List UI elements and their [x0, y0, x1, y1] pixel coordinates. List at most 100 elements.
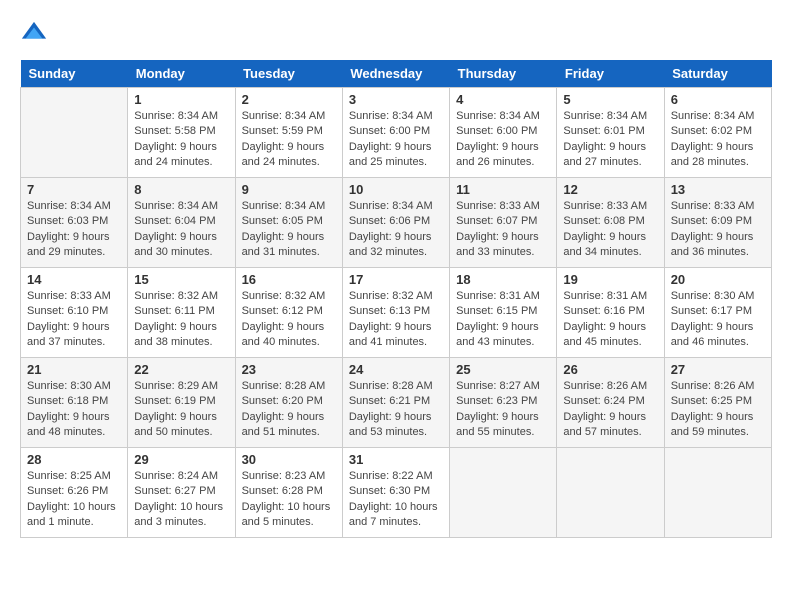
day-info: Sunrise: 8:22 AMSunset: 6:30 PMDaylight:… [349, 469, 443, 531]
day-number: 29 [134, 452, 228, 467]
day-info: Sunrise: 8:30 AMSunset: 6:17 PMDaylight:… [671, 289, 765, 351]
day-number: 7 [27, 182, 121, 197]
day-number: 13 [671, 182, 765, 197]
day-info: Sunrise: 8:34 AMSunset: 6:00 PMDaylight:… [456, 109, 550, 171]
day-info: Sunrise: 8:34 AMSunset: 5:59 PMDaylight:… [242, 109, 336, 171]
calendar-cell: 16 Sunrise: 8:32 AMSunset: 6:12 PMDayligh… [235, 268, 342, 358]
day-number: 26 [563, 362, 657, 377]
calendar-cell: 12 Sunrise: 8:33 AMSunset: 6:08 PMDayligh… [557, 178, 664, 268]
calendar-week-row: 28 Sunrise: 8:25 AMSunset: 6:26 PMDayligh… [21, 448, 772, 538]
calendar-header-friday: Friday [557, 60, 664, 88]
calendar-cell: 6 Sunrise: 8:34 AMSunset: 6:02 PMDaylight… [664, 88, 771, 178]
day-info: Sunrise: 8:34 AMSunset: 6:06 PMDaylight:… [349, 199, 443, 261]
day-number: 6 [671, 92, 765, 107]
day-info: Sunrise: 8:31 AMSunset: 6:16 PMDaylight:… [563, 289, 657, 351]
calendar-header-tuesday: Tuesday [235, 60, 342, 88]
day-number: 12 [563, 182, 657, 197]
calendar-cell: 13 Sunrise: 8:33 AMSunset: 6:09 PMDayligh… [664, 178, 771, 268]
day-info: Sunrise: 8:34 AMSunset: 6:02 PMDaylight:… [671, 109, 765, 171]
day-number: 31 [349, 452, 443, 467]
day-number: 30 [242, 452, 336, 467]
day-number: 28 [27, 452, 121, 467]
day-info: Sunrise: 8:25 AMSunset: 6:26 PMDaylight:… [27, 469, 121, 531]
day-info: Sunrise: 8:33 AMSunset: 6:07 PMDaylight:… [456, 199, 550, 261]
calendar-cell: 9 Sunrise: 8:34 AMSunset: 6:05 PMDaylight… [235, 178, 342, 268]
calendar-cell: 1 Sunrise: 8:34 AMSunset: 5:58 PMDaylight… [128, 88, 235, 178]
logo-icon [20, 20, 48, 48]
calendar-cell: 28 Sunrise: 8:25 AMSunset: 6:26 PMDayligh… [21, 448, 128, 538]
day-info: Sunrise: 8:34 AMSunset: 6:03 PMDaylight:… [27, 199, 121, 261]
page-header [20, 20, 772, 48]
calendar-week-row: 14 Sunrise: 8:33 AMSunset: 6:10 PMDayligh… [21, 268, 772, 358]
calendar-cell [21, 88, 128, 178]
day-info: Sunrise: 8:26 AMSunset: 6:25 PMDaylight:… [671, 379, 765, 441]
day-info: Sunrise: 8:33 AMSunset: 6:10 PMDaylight:… [27, 289, 121, 351]
calendar-cell: 18 Sunrise: 8:31 AMSunset: 6:15 PMDayligh… [450, 268, 557, 358]
day-info: Sunrise: 8:26 AMSunset: 6:24 PMDaylight:… [563, 379, 657, 441]
day-number: 23 [242, 362, 336, 377]
day-number: 25 [456, 362, 550, 377]
day-info: Sunrise: 8:24 AMSunset: 6:27 PMDaylight:… [134, 469, 228, 531]
calendar-cell: 7 Sunrise: 8:34 AMSunset: 6:03 PMDaylight… [21, 178, 128, 268]
day-info: Sunrise: 8:34 AMSunset: 6:05 PMDaylight:… [242, 199, 336, 261]
calendar-cell [557, 448, 664, 538]
calendar-cell: 23 Sunrise: 8:28 AMSunset: 6:20 PMDayligh… [235, 358, 342, 448]
day-number: 16 [242, 272, 336, 287]
calendar-cell: 4 Sunrise: 8:34 AMSunset: 6:00 PMDaylight… [450, 88, 557, 178]
calendar-cell: 5 Sunrise: 8:34 AMSunset: 6:01 PMDaylight… [557, 88, 664, 178]
day-number: 1 [134, 92, 228, 107]
logo [20, 20, 52, 48]
day-number: 27 [671, 362, 765, 377]
calendar-cell: 15 Sunrise: 8:32 AMSunset: 6:11 PMDayligh… [128, 268, 235, 358]
day-number: 4 [456, 92, 550, 107]
day-info: Sunrise: 8:32 AMSunset: 6:12 PMDaylight:… [242, 289, 336, 351]
calendar-cell: 21 Sunrise: 8:30 AMSunset: 6:18 PMDayligh… [21, 358, 128, 448]
day-number: 21 [27, 362, 121, 377]
day-info: Sunrise: 8:32 AMSunset: 6:13 PMDaylight:… [349, 289, 443, 351]
calendar-cell: 31 Sunrise: 8:22 AMSunset: 6:30 PMDayligh… [342, 448, 449, 538]
day-number: 17 [349, 272, 443, 287]
calendar-cell: 29 Sunrise: 8:24 AMSunset: 6:27 PMDayligh… [128, 448, 235, 538]
day-info: Sunrise: 8:28 AMSunset: 6:21 PMDaylight:… [349, 379, 443, 441]
day-number: 3 [349, 92, 443, 107]
day-info: Sunrise: 8:34 AMSunset: 5:58 PMDaylight:… [134, 109, 228, 171]
day-info: Sunrise: 8:33 AMSunset: 6:09 PMDaylight:… [671, 199, 765, 261]
calendar-week-row: 1 Sunrise: 8:34 AMSunset: 5:58 PMDaylight… [21, 88, 772, 178]
day-number: 15 [134, 272, 228, 287]
day-info: Sunrise: 8:28 AMSunset: 6:20 PMDaylight:… [242, 379, 336, 441]
day-number: 8 [134, 182, 228, 197]
day-number: 22 [134, 362, 228, 377]
calendar-cell: 26 Sunrise: 8:26 AMSunset: 6:24 PMDayligh… [557, 358, 664, 448]
day-info: Sunrise: 8:30 AMSunset: 6:18 PMDaylight:… [27, 379, 121, 441]
day-info: Sunrise: 8:34 AMSunset: 6:00 PMDaylight:… [349, 109, 443, 171]
calendar-cell [664, 448, 771, 538]
calendar-header-row: SundayMondayTuesdayWednesdayThursdayFrid… [21, 60, 772, 88]
day-number: 18 [456, 272, 550, 287]
calendar-cell: 27 Sunrise: 8:26 AMSunset: 6:25 PMDayligh… [664, 358, 771, 448]
day-info: Sunrise: 8:31 AMSunset: 6:15 PMDaylight:… [456, 289, 550, 351]
day-number: 5 [563, 92, 657, 107]
day-number: 14 [27, 272, 121, 287]
calendar-cell: 30 Sunrise: 8:23 AMSunset: 6:28 PMDayligh… [235, 448, 342, 538]
calendar-cell: 11Sunrise: 8:33 AMSunset: 6:07 PMDayligh… [450, 178, 557, 268]
day-info: Sunrise: 8:34 AMSunset: 6:04 PMDaylight:… [134, 199, 228, 261]
day-info: Sunrise: 8:32 AMSunset: 6:11 PMDaylight:… [134, 289, 228, 351]
calendar-header-wednesday: Wednesday [342, 60, 449, 88]
day-number: 2 [242, 92, 336, 107]
calendar-cell: 14 Sunrise: 8:33 AMSunset: 6:10 PMDayligh… [21, 268, 128, 358]
day-info: Sunrise: 8:33 AMSunset: 6:08 PMDaylight:… [563, 199, 657, 261]
calendar-header-saturday: Saturday [664, 60, 771, 88]
day-info: Sunrise: 8:27 AMSunset: 6:23 PMDaylight:… [456, 379, 550, 441]
calendar-header-sunday: Sunday [21, 60, 128, 88]
calendar-cell [450, 448, 557, 538]
day-info: Sunrise: 8:23 AMSunset: 6:28 PMDaylight:… [242, 469, 336, 531]
calendar-cell: 20Sunrise: 8:30 AMSunset: 6:17 PMDayligh… [664, 268, 771, 358]
calendar-week-row: 7 Sunrise: 8:34 AMSunset: 6:03 PMDaylight… [21, 178, 772, 268]
day-info: Sunrise: 8:34 AMSunset: 6:01 PMDaylight:… [563, 109, 657, 171]
day-number: 9 [242, 182, 336, 197]
day-info: Sunrise: 8:29 AMSunset: 6:19 PMDaylight:… [134, 379, 228, 441]
calendar-cell: 2 Sunrise: 8:34 AMSunset: 5:59 PMDaylight… [235, 88, 342, 178]
calendar-cell: 22 Sunrise: 8:29 AMSunset: 6:19 PMDayligh… [128, 358, 235, 448]
day-number: 19 [563, 272, 657, 287]
calendar-cell: 17 Sunrise: 8:32 AMSunset: 6:13 PMDayligh… [342, 268, 449, 358]
